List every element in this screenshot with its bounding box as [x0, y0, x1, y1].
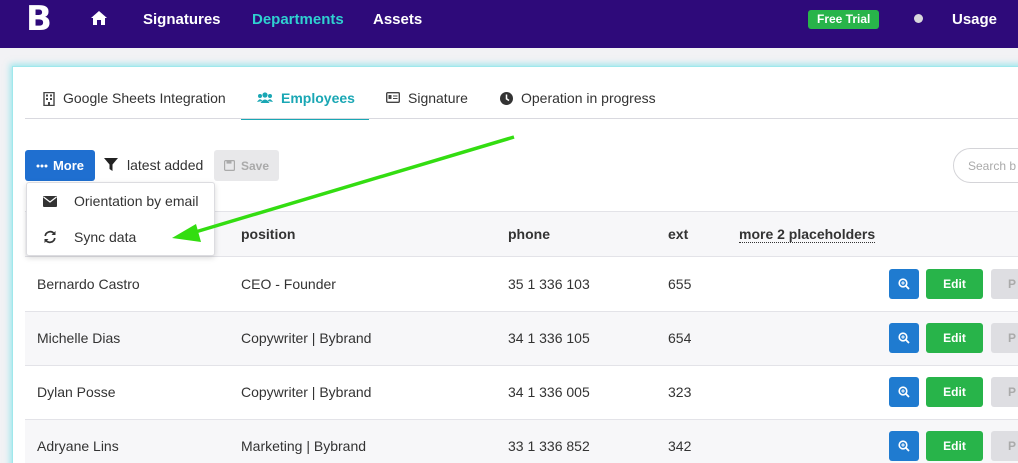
more-button-label: More [52, 158, 85, 173]
home-icon[interactable] [91, 11, 107, 25]
save-button[interactable]: Save [214, 150, 279, 181]
clock-icon [500, 92, 513, 105]
status-dot [914, 14, 923, 23]
employee-name: Bernardo Castro [37, 276, 140, 292]
employee-name: Dylan Posse [37, 384, 116, 400]
table-row: Bernardo Castro CEO - Founder 35 1 336 1… [25, 258, 1018, 312]
save-icon [223, 160, 235, 171]
tab-employees[interactable]: Employees [241, 90, 369, 120]
table-row: Adryane Lins Marketing | Bybrand 33 1 33… [25, 420, 1018, 463]
filter-icon [104, 158, 118, 171]
menu-item-label: Orientation by email [74, 193, 199, 209]
employee-phone: 34 1 336 105 [508, 330, 590, 346]
partial-button[interactable]: P [991, 323, 1018, 353]
column-header-more-placeholders[interactable]: more 2 placeholders [739, 226, 876, 243]
tab-label: Employees [281, 90, 355, 106]
nav-link-signatures[interactable]: Signatures [143, 11, 221, 28]
magnify-icon [898, 386, 910, 398]
employee-phone: 34 1 336 005 [508, 384, 590, 400]
employee-position: Marketing | Bybrand [241, 438, 367, 454]
partial-button[interactable]: P [991, 269, 1018, 299]
nav-link-assets[interactable]: Assets [373, 11, 422, 28]
users-icon [257, 92, 273, 103]
employee-ext: 342 [668, 438, 692, 454]
more-button[interactable]: More [25, 150, 95, 181]
employee-name: Michelle Dias [37, 330, 121, 346]
employee-phone: 33 1 336 852 [508, 438, 590, 454]
tab-google-sheets[interactable]: Google Sheets Integration [43, 90, 226, 120]
filter-label: latest added [127, 157, 204, 173]
ellipsis-icon [36, 164, 48, 167]
magnify-icon [898, 278, 910, 290]
employee-ext: 323 [668, 384, 692, 400]
view-button[interactable] [889, 269, 919, 299]
magnify-icon [898, 440, 910, 452]
menu-item-label: Sync data [74, 229, 137, 245]
building-icon [43, 92, 55, 106]
envelope-icon [43, 195, 57, 207]
column-header-phone[interactable]: phone [508, 226, 550, 242]
column-header-ext[interactable]: ext [668, 226, 688, 242]
view-button[interactable] [889, 323, 919, 353]
search-input[interactable] [953, 148, 1018, 183]
tab-label: Signature [408, 90, 468, 106]
magnify-icon [898, 332, 910, 344]
tab-signature[interactable]: Signature [386, 90, 468, 120]
nav-link-departments[interactable]: Departments [252, 11, 344, 28]
edit-button[interactable]: Edit [926, 377, 983, 407]
table-row: Michelle Dias Copywriter | Bybrand 34 1 … [25, 312, 1018, 366]
tabs-divider [25, 118, 1018, 119]
more-dropdown-menu: Orientation by email Sync data [26, 182, 215, 256]
id-card-icon [386, 92, 400, 103]
view-button[interactable] [889, 431, 919, 461]
column-header-position[interactable]: position [241, 226, 295, 242]
edit-button[interactable]: Edit [926, 323, 983, 353]
employee-ext: 655 [668, 276, 692, 292]
top-navbar: B Signatures Departments Assets Free Tri… [0, 0, 1018, 48]
save-button-label: Save [240, 158, 270, 173]
tab-label: Operation in progress [521, 90, 656, 106]
employee-ext: 654 [668, 330, 692, 346]
edit-button[interactable]: Edit [926, 269, 983, 299]
sync-icon [44, 230, 56, 244]
employee-name: Adryane Lins [37, 438, 119, 454]
view-button[interactable] [889, 377, 919, 407]
tab-operation-in-progress[interactable]: Operation in progress [500, 90, 656, 120]
employee-phone: 35 1 336 103 [508, 276, 590, 292]
filter-selector[interactable]: latest added [104, 157, 203, 173]
free-trial-badge[interactable]: Free Trial [808, 10, 880, 29]
nav-link-usage[interactable]: Usage [952, 11, 997, 28]
tab-label: Google Sheets Integration [63, 90, 226, 106]
employee-position: Copywriter | Bybrand [241, 330, 372, 346]
partial-button[interactable]: P [991, 431, 1018, 461]
brand-logo[interactable]: B [26, 2, 52, 36]
partial-button[interactable]: P [991, 377, 1018, 407]
employee-position: Copywriter | Bybrand [241, 384, 372, 400]
employee-position: CEO - Founder [241, 276, 336, 292]
edit-button[interactable]: Edit [926, 431, 983, 461]
table-row: Dylan Posse Copywriter | Bybrand 34 1 33… [25, 366, 1018, 420]
menu-item-sync-data[interactable]: Sync data [27, 219, 214, 255]
menu-item-orientation-by-email[interactable]: Orientation by email [27, 183, 214, 219]
